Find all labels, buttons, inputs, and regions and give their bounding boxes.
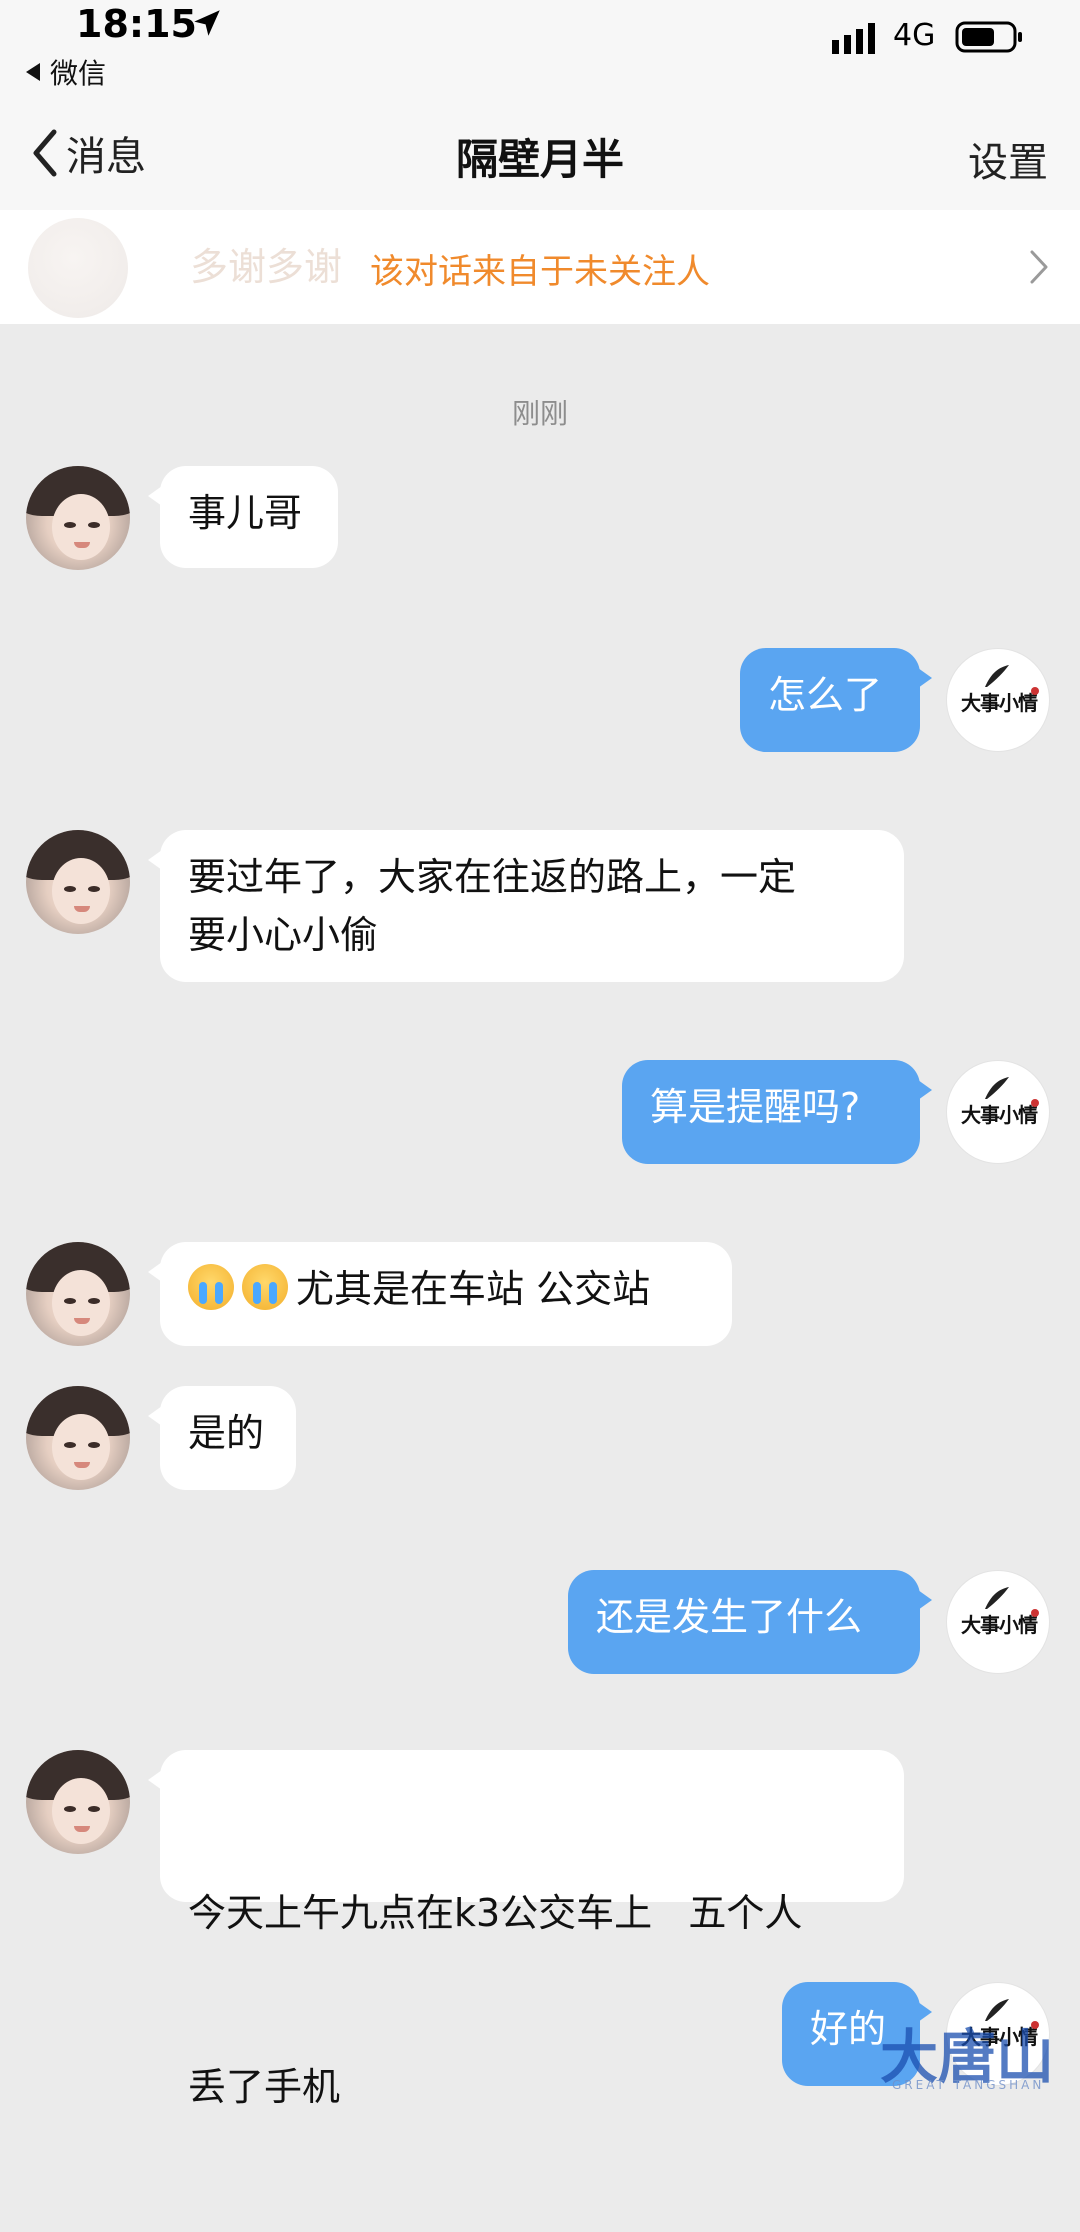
message-text-line: 要小心小偷 <box>188 913 379 957</box>
incoming-message-bubble[interactable]: 尤其是在车站 公交站 <box>148 1242 732 1346</box>
message-text: 还是发生了什么 <box>596 1595 863 1639</box>
message-text-line: 要过年了，大家在往返的路上，一定 <box>188 855 797 899</box>
battery-icon <box>955 21 1022 53</box>
chevron-right-icon <box>1030 250 1048 284</box>
contact-avatar[interactable] <box>26 1386 130 1490</box>
my-avatar[interactable]: 大事小情 <box>946 1060 1050 1164</box>
crying-emoji-icon <box>188 1264 234 1310</box>
location-arrow-icon <box>194 10 220 36</box>
back-to-messages-button[interactable]: 消息 <box>28 124 146 182</box>
outgoing-message-bubble[interactable]: 算是提醒吗? <box>622 1060 932 1164</box>
message-text: 算是提醒吗? <box>650 1085 861 1129</box>
message-text: 事儿哥 <box>188 491 303 535</box>
incoming-message-bubble[interactable]: 事儿哥 <box>148 466 338 568</box>
incoming-message-bubble[interactable]: 今天上午九点在k3公交车上 五个人 丢了手机 <box>148 1750 904 2109</box>
contact-avatar[interactable] <box>26 830 130 934</box>
watermark-subtitle: GREAT TANGSHAN <box>892 2078 1045 2092</box>
my-avatar[interactable]: 大事小情 <box>946 648 1050 752</box>
message-text: 好的 <box>810 2007 887 2051</box>
signal-strength-icon <box>832 23 875 54</box>
brand-seal <box>1031 1609 1039 1617</box>
outgoing-message-bubble[interactable]: 还是发生了什么 <box>568 1570 932 1674</box>
incoming-message-bubble[interactable]: 是的 <box>148 1386 296 1490</box>
outgoing-message-bubble[interactable]: 怎么了 <box>740 648 932 752</box>
chevron-left-icon <box>33 129 57 177</box>
message-text: 怎么了 <box>768 673 883 717</box>
back-to-wechat[interactable]: 微信 <box>26 52 106 92</box>
message-text: 尤其是在车站 公交站 <box>296 1267 651 1311</box>
contact-avatar[interactable] <box>26 1242 130 1346</box>
settings-button[interactable]: 设置 <box>968 130 1048 188</box>
back-label: 消息 <box>66 134 146 180</box>
contact-avatar[interactable] <box>26 1750 130 1854</box>
unfollowed-notice-banner[interactable]: 多谢多谢 该对话来自于未关注人 <box>0 210 1080 324</box>
incoming-message-bubble[interactable]: 要过年了，大家在往返的路上，一定 要小心小偷 <box>148 830 904 982</box>
message-timestamp: 刚刚 <box>511 397 568 430</box>
brand-seal <box>1031 1099 1039 1107</box>
my-avatar[interactable]: 大事小情 <box>946 1570 1050 1674</box>
message-text-line: 丢了手机 <box>188 2065 341 2109</box>
brand-seal <box>1031 687 1039 695</box>
crying-emoji-icon <box>242 1264 288 1310</box>
status-time: 18:15 <box>76 2 197 46</box>
network-type: 4G <box>893 18 936 53</box>
banner-text: 该对话来自于未关注人 <box>370 252 710 292</box>
message-text: 是的 <box>188 1411 265 1455</box>
top-bar: 18:15 微信 4G 消息 隔壁月半 设置 <box>0 0 1080 211</box>
message-text-line: 今天上午九点在k3公交车上 五个人 <box>188 1891 803 1935</box>
chat-title: 隔壁月半 <box>455 135 624 184</box>
back-app-label: 微信 <box>50 57 107 90</box>
back-triangle-icon <box>26 63 40 81</box>
contact-avatar[interactable] <box>26 466 130 570</box>
